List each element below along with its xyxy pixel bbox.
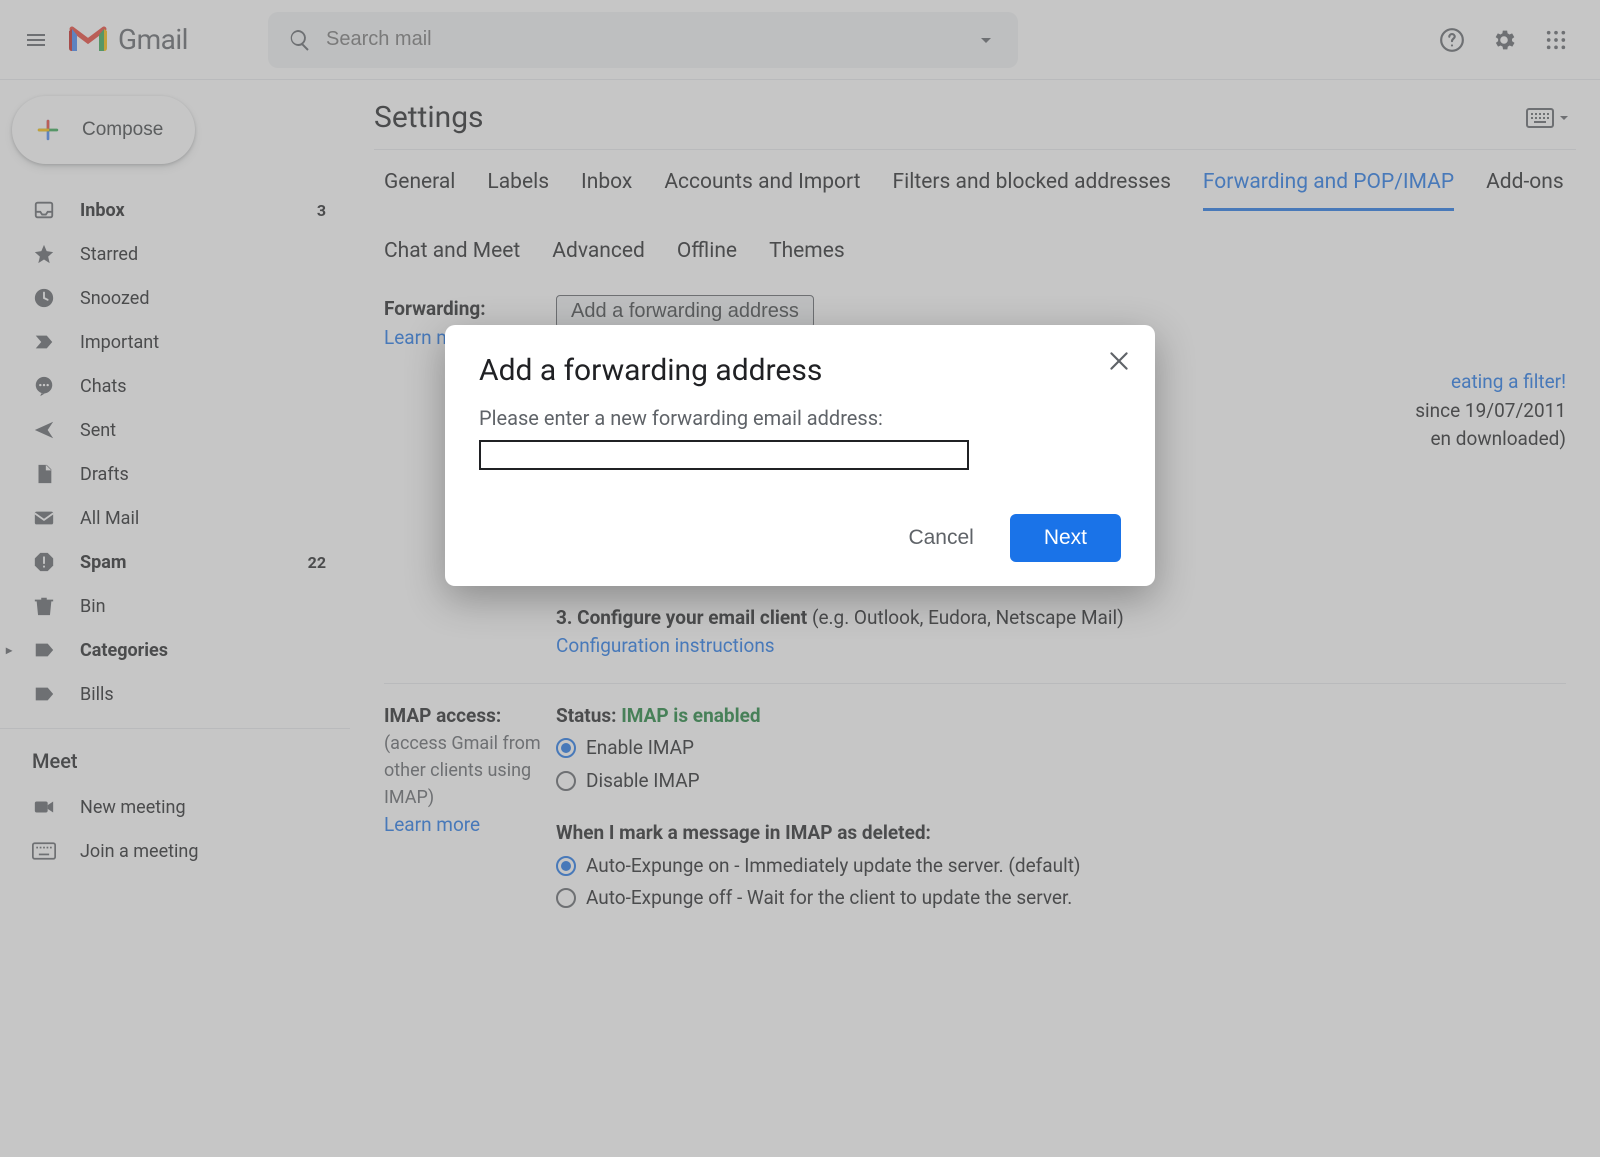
add-forwarding-dialog: Add a forwarding address Please enter a … [445,325,1155,586]
modal-overlay[interactable]: Add a forwarding address Please enter a … [0,0,1600,1157]
cancel-button[interactable]: Cancel [902,516,979,560]
dialog-close-button[interactable] [1101,343,1137,379]
dialog-subtitle: Please enter a new forwarding email addr… [479,406,1121,430]
dialog-title: Add a forwarding address [479,353,1121,388]
next-button[interactable]: Next [1010,514,1121,562]
close-icon [1106,348,1132,374]
forwarding-email-input[interactable] [479,440,969,470]
